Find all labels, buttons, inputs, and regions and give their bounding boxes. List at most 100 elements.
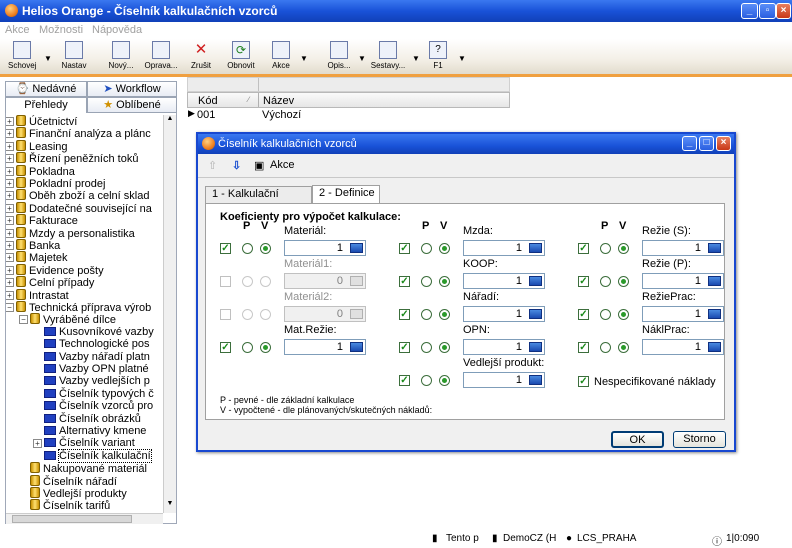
p-radio[interactable] — [421, 375, 432, 386]
p-radio[interactable] — [242, 309, 253, 320]
tree-item[interactable]: + Fakturace — [6, 214, 78, 227]
column-kod[interactable]: Kód — [198, 95, 218, 107]
lookup-icon[interactable] — [529, 309, 542, 319]
tree-item[interactable]: Vazby nářadí platn — [44, 351, 150, 364]
v-radio[interactable] — [618, 342, 629, 353]
lookup-icon[interactable] — [708, 276, 721, 286]
dialog-akce-button[interactable]: Akce — [270, 159, 294, 171]
close-button[interactable]: × — [776, 3, 791, 19]
collapse-icon[interactable]: − — [19, 315, 28, 325]
expand-icon[interactable]: + — [6, 179, 14, 188]
field-input[interactable]: 1 — [463, 240, 545, 256]
tree-item[interactable]: Číselník tarifů — [30, 499, 110, 512]
expand-icon[interactable]: + — [6, 278, 14, 288]
p-radio[interactable] — [421, 309, 432, 320]
dialog-maximize-button[interactable]: □ — [699, 136, 714, 151]
menu-moznosti[interactable]: Možnosti — [39, 24, 83, 36]
tree-item[interactable]: Číselník typových č — [44, 388, 154, 401]
expand-icon[interactable]: + — [6, 290, 14, 300]
expand-icon[interactable]: + — [6, 203, 14, 213]
expand-icon[interactable]: + — [6, 141, 14, 151]
field-input[interactable]: 0 — [284, 306, 366, 322]
f1-dropdown-icon[interactable]: ▼ — [458, 54, 466, 63]
tab-definice[interactable]: 2 - Definice — [312, 185, 380, 203]
field-checkbox[interactable]: ✓ — [399, 243, 410, 254]
field-input[interactable]: 0 — [284, 273, 366, 289]
field-checkbox[interactable]: ✓ — [399, 276, 410, 287]
v-radio[interactable] — [260, 342, 271, 353]
v-radio[interactable] — [439, 276, 450, 287]
field-input[interactable]: 1 — [463, 372, 545, 388]
tree-item[interactable]: Číselník nářadí — [30, 474, 117, 488]
field-checkbox[interactable]: ✓ — [578, 243, 589, 254]
p-radio[interactable] — [600, 276, 611, 287]
up-arrow-icon[interactable]: ⇧ — [208, 159, 217, 172]
expand-icon[interactable]: + — [6, 241, 14, 250]
tree-item[interactable]: + Banka — [6, 239, 60, 252]
v-radio[interactable] — [618, 309, 629, 320]
expand-icon[interactable]: + — [6, 228, 14, 238]
tree-item[interactable]: + Intrastat — [6, 288, 69, 302]
v-radio[interactable] — [439, 342, 450, 353]
p-radio[interactable] — [242, 276, 253, 287]
schovej-button[interactable]: Schovej — [8, 41, 36, 70]
field-checkbox[interactable]: ✓ — [399, 309, 410, 320]
field-input[interactable]: 1 — [642, 240, 724, 256]
tree-item[interactable]: + Celní případy — [6, 276, 94, 289]
nastav-button[interactable]: Nastav — [60, 41, 88, 70]
field-checkbox[interactable] — [220, 309, 231, 320]
field-input[interactable]: 1 — [284, 240, 366, 256]
tree-item[interactable]: + Řízení peněžních toků — [6, 152, 138, 165]
lookup-icon[interactable] — [350, 243, 363, 253]
akce-dropdown-icon[interactable]: ▼ — [300, 54, 308, 63]
unspecified-checkbox[interactable]: ✓ — [578, 376, 589, 387]
obnovit-button[interactable]: ⟳ Obnovit — [226, 41, 256, 70]
expand-icon[interactable]: + — [33, 439, 42, 449]
tree-item[interactable]: − Vyráběné dílce — [19, 313, 116, 326]
field-checkbox[interactable] — [220, 276, 231, 287]
field-checkbox[interactable]: ✓ — [220, 342, 231, 353]
zrusit-button[interactable]: ✕ Zrušit — [188, 41, 214, 70]
akce-button[interactable]: Akce — [268, 41, 294, 70]
lookup-icon[interactable] — [529, 276, 542, 286]
lookup-icon[interactable] — [708, 309, 721, 319]
expand-icon[interactable]: + — [6, 265, 14, 275]
opis-button[interactable]: Opis... — [322, 41, 356, 70]
tree-item[interactable]: + Evidence pošty — [6, 263, 104, 277]
dialog-close-button[interactable]: × — [716, 136, 731, 151]
field-checkbox[interactable]: ✓ — [578, 342, 589, 353]
p-radio[interactable] — [421, 243, 432, 254]
tree-vertical-scrollbar[interactable]: ▲ ▼ — [163, 115, 176, 513]
field-input[interactable]: 1 — [463, 273, 545, 289]
collapse-icon[interactable]: − — [6, 303, 14, 312]
tab-workflow[interactable]: ➤ Workflow — [87, 81, 177, 97]
p-radio[interactable] — [242, 243, 253, 254]
tree-item[interactable]: + Číselník variant — [33, 437, 135, 450]
v-radio[interactable] — [260, 276, 271, 287]
lookup-icon[interactable] — [708, 243, 721, 253]
expand-icon[interactable]: + — [6, 166, 14, 176]
p-radio[interactable] — [421, 276, 432, 287]
expand-icon[interactable]: + — [6, 117, 14, 126]
tab-favorites[interactable]: ★ Oblíbené — [87, 97, 177, 113]
menu-akce[interactable]: Akce — [5, 24, 29, 36]
expand-icon[interactable]: + — [6, 253, 14, 263]
table-row[interactable]: ▶ 001 Výchozí — [187, 108, 510, 122]
p-radio[interactable] — [421, 342, 432, 353]
scroll-up-icon[interactable]: ▲ — [164, 115, 176, 127]
field-checkbox[interactable]: ✓ — [399, 342, 410, 353]
tab-overview[interactable]: Přehledy — [5, 97, 87, 113]
scroll-thumb[interactable] — [12, 515, 132, 523]
v-radio[interactable] — [260, 309, 271, 320]
field-input[interactable]: 1 — [642, 339, 724, 355]
tree-item[interactable]: Kusovníkové vazby — [44, 326, 154, 339]
tree-item[interactable]: Technologické pos — [44, 338, 150, 351]
expand-icon[interactable]: + — [6, 216, 14, 226]
p-radio[interactable] — [242, 342, 253, 353]
field-checkbox[interactable]: ✓ — [399, 375, 410, 386]
p-radio[interactable] — [600, 243, 611, 254]
minimize-button[interactable]: _ — [741, 3, 758, 19]
scroll-down-icon[interactable]: ▼ — [164, 500, 176, 512]
schovej-dropdown-icon[interactable]: ▼ — [44, 54, 52, 63]
tree-item[interactable]: + Účetnictví — [6, 115, 77, 128]
